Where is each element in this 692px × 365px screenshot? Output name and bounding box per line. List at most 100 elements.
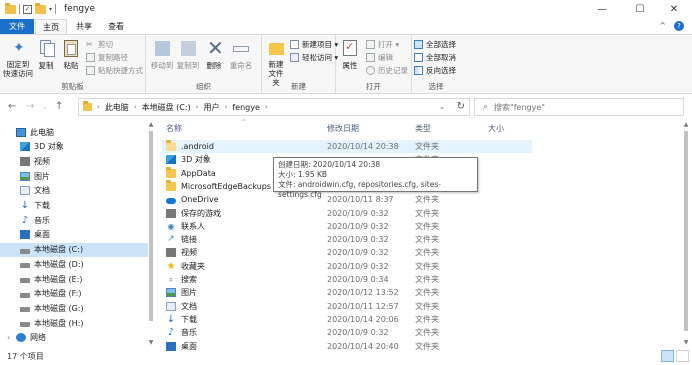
scrollbar-thumb[interactable] [684,131,688,331]
new-folder-icon[interactable] [35,2,46,14]
nav-item[interactable]: 视频 [0,154,148,168]
paste-button[interactable]: 粘贴 [59,38,83,71]
nav-item[interactable]: ↓ 下载 [0,199,148,213]
select-all-button[interactable]: 全部选择 [414,39,456,50]
close-button[interactable]: ✕ [656,0,692,19]
nav-item[interactable]: 本地磁盘 (F:) [0,287,148,301]
tab-view[interactable]: 查看 [104,19,128,34]
rename-button[interactable]: 重命名 [226,38,256,71]
file-type: 文件夹 [415,288,439,298]
file-row[interactable]: 视频 2020/10/9 0:32 文件夹 [162,246,532,259]
scrollbar-thumb[interactable] [149,131,153,321]
file-row[interactable]: .android 2020/10/14 20:38 文件夹 [162,140,532,153]
address-dropdown-chevron-icon[interactable]: ⌄ [439,103,445,111]
file-row[interactable]: ⌕ 搜索 2020/10/9 0:34 文件夹 [162,273,532,286]
up-arrow-icon[interactable]: ↑ [55,101,63,112]
nav-item[interactable]: › 网络 [0,331,148,345]
recent-locations-chevron-icon[interactable]: ⌄ [42,103,48,111]
tab-share[interactable]: 共享 [72,19,96,34]
maximize-button[interactable]: ☐ [622,0,658,19]
nav-item[interactable]: ♪ 音乐 [0,213,148,227]
file-row[interactable]: ↗ 链接 2020/10/9 0:32 文件夹 [162,233,532,246]
drive-icon [20,292,30,298]
scroll-down-arrow-icon[interactable]: ▼ [681,339,691,346]
copy-button[interactable]: 复制 [35,38,57,71]
cut-button[interactable]: ✂ 剪切 [86,39,113,50]
select-none-label: 全部取消 [426,53,456,62]
nav-item[interactable]: 桌面 [0,228,148,242]
nav-item[interactable]: 本地磁盘 (C:) [0,242,148,257]
breadcrumb-users[interactable]: 用户 [204,102,220,113]
select-none-button[interactable]: 全部取消 [414,52,456,63]
picture-icon [166,288,176,298]
nav-item[interactable]: 本地磁盘 (H:) [0,316,148,330]
file-row[interactable]: 文档 2020/10/11 12:57 文件夹 [162,300,532,313]
folder-icon [166,140,176,151]
breadcrumb-fengye[interactable]: fengye [232,103,260,112]
large-icons-view-icon[interactable] [676,350,689,362]
expand-chevron-icon[interactable]: › [7,333,10,342]
nav-item[interactable]: 文档 [0,184,148,198]
delete-button[interactable]: ✕ 删除 [204,36,224,71]
collapse-ribbon-chevron-icon[interactable]: ^ [659,21,666,31]
properties-button[interactable]: ✓ 属性 [339,38,361,71]
nav-item[interactable]: 图片 [0,169,148,183]
refresh-icon[interactable]: ↻ [457,101,465,112]
ribbon-tabs: 文件 主页 共享 查看 ^ ? [0,19,692,34]
column-header-date[interactable]: 修改日期 [327,123,359,134]
new-folder-button[interactable]: 新建 文件夹 [265,38,287,87]
address-bar[interactable]: › 此电脑 › 本地磁盘 (C:) › 用户 › fengye › ⌄ ↻ [78,98,470,116]
column-header-type[interactable]: 类型 [415,123,431,134]
scroll-up-arrow-icon[interactable]: ▲ [147,121,155,128]
help-icon[interactable]: ? [674,21,684,31]
tab-home[interactable]: 主页 [35,19,67,34]
details-view-icon[interactable] [661,350,674,362]
chevron-right-icon[interactable]: › [196,103,199,111]
properties-check-icon[interactable]: ✓ [23,4,32,14]
pin-quick-access-button[interactable]: ✦ 固定到 快速访问 [3,38,33,78]
file-row[interactable]: 图片 2020/10/12 13:52 文件夹 [162,286,532,299]
pin-icon: ✦ [13,40,25,56]
title-bar: ✓ ▾ fengye — ☐ ✕ [0,0,692,19]
file-date: 2020/10/9 0:32 [327,221,389,231]
file-row[interactable]: ♪ 音乐 2020/10/9 0:32 文件夹 [162,326,532,339]
invert-selection-button[interactable]: 反向选择 [414,65,456,76]
nav-item[interactable]: 3D 对象 [0,140,148,154]
chevron-right-icon[interactable]: › [225,103,228,111]
column-header-name[interactable]: 名称 [166,123,182,134]
breadcrumb-this-pc[interactable]: 此电脑 [105,102,129,113]
links-icon: ↗ [167,234,175,245]
forward-arrow-icon[interactable]: → [26,101,34,112]
scroll-down-arrow-icon[interactable]: ▼ [147,339,155,346]
copy-path-button[interactable]: 复制路径 [86,52,128,63]
history-button[interactable]: 历史记录 [366,65,408,76]
tab-file[interactable]: 文件 [0,19,34,34]
nav-pane-scrollbar[interactable]: ▲ ▼ [147,119,155,349]
customize-toolbar-chevron-icon[interactable]: ▾ [49,6,52,13]
breadcrumb-drive-c[interactable]: 本地磁盘 (C:) [142,102,191,113]
easy-access-button[interactable]: 轻松访问 ▾ [290,52,338,63]
new-item-button[interactable]: 新建项目 ▾ [290,39,338,50]
paste-shortcut-button[interactable]: 粘贴快捷方式 [86,65,143,76]
move-to-button[interactable]: 移动到 [150,38,174,71]
file-row[interactable]: ◉ 联系人 2020/10/9 0:32 文件夹 [162,220,532,233]
scroll-up-arrow-icon[interactable]: ▲ [681,121,691,128]
search-box[interactable]: ⌕ 搜索"fengye" [474,98,684,116]
open-button[interactable]: 打开 ▾ [366,39,399,50]
chevron-right-icon[interactable]: › [134,103,137,111]
nav-item[interactable]: 本地磁盘 (E:) [0,272,148,286]
minimize-button[interactable]: — [584,0,620,19]
nav-item[interactable]: 此电脑 [0,125,148,139]
back-arrow-icon[interactable]: ← [8,101,16,112]
nav-item[interactable]: 本地磁盘 (D:) [0,257,148,271]
edit-button[interactable]: 编辑 [366,52,393,63]
file-row[interactable]: ★ 收藏夹 2020/10/9 0:32 文件夹 [162,260,532,273]
chevron-right-icon[interactable]: › [265,103,268,111]
file-row[interactable]: 保存的游戏 2020/10/9 0:32 文件夹 [162,207,532,220]
history-label: 历史记录 [378,66,408,75]
column-header-size[interactable]: 大小 [488,123,504,134]
file-list-scrollbar[interactable]: ▲ ▼ [681,119,691,349]
copy-to-button[interactable]: 复制到 [176,38,200,71]
nav-item[interactable]: 本地磁盘 (G:) [0,301,148,315]
file-row[interactable]: ↓ 下载 2020/10/14 20:06 文件夹 [162,313,532,326]
